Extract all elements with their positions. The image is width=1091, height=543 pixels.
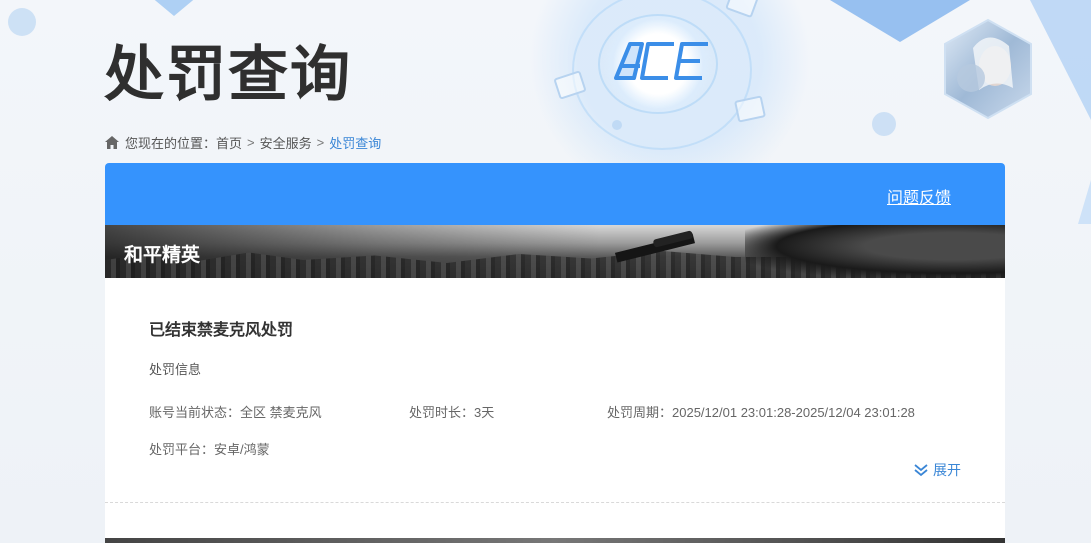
home-icon [105,136,119,149]
decor-bubble [8,8,36,36]
field-label: 处罚时长： [409,405,475,420]
decor-triangle [150,0,198,16]
breadcrumb: 您现在的位置： 首页 > 安全服务 > 处罚查询 [105,133,381,152]
decor-bubble [872,112,896,136]
breadcrumb-separator: > [247,135,255,150]
field-label: 处罚平台： [149,442,215,457]
avatar [944,18,1032,120]
field-value: 全区 禁麦克风 [240,405,322,420]
game-card-decor [734,95,766,123]
feedback-link[interactable]: 问题反馈 [887,184,951,208]
period-field: 处罚周期：2025/12/01 23:01:28-2025/12/04 23:0… [607,402,915,421]
expand-label: 展开 [933,462,961,478]
field-label: 处罚周期： [607,405,673,420]
expand-button[interactable]: 展开 [913,460,961,480]
field-value: 安卓/鸿蒙 [214,442,270,457]
game-banner: 和平精英 [105,225,1005,278]
double-chevron-down-icon [914,464,928,477]
panel-header: 问题反馈 [105,163,1005,225]
section-label: 处罚信息 [149,362,202,377]
duration-field: 处罚时长：3天 [409,402,494,421]
ace-logo [614,42,708,80]
page-title: 处罚查询 [104,40,352,110]
next-game-banner [105,538,1005,543]
decor-triangle [1030,0,1091,120]
breadcrumb-current: 处罚查询 [329,136,382,151]
account-status-field: 账号当前状态：全区 禁麦克风 [149,402,322,421]
decor-triangle [1078,180,1091,224]
game-card-decor [725,0,759,19]
field-label: 账号当前状态： [149,405,241,420]
breadcrumb-security-link[interactable]: 安全服务 [260,133,312,152]
penalty-record: 已结束禁麦克风处罚 处罚信息 账号当前状态：全区 禁麦克风 处罚时长：3天 处罚… [105,278,1005,503]
field-value: 2025/12/01 23:01:28-2025/12/04 23:01:28 [672,405,915,420]
field-value: 3天 [474,405,495,420]
breadcrumb-prefix: 您现在的位置： [125,136,217,151]
game-name: 和平精英 [124,245,201,266]
penalty-panel: 问题反馈 和平精英 已结束禁麦克风处罚 处罚信息 账号当前状态：全区 禁麦克风 … [105,163,1005,543]
banner-soldier [745,225,1005,278]
platform-field: 处罚平台：安卓/鸿蒙 [149,439,270,458]
breadcrumb-separator: > [316,135,325,150]
breadcrumb-home-link[interactable]: 首页 [216,133,242,152]
record-title: 已结束禁麦克风处罚 [149,322,294,339]
